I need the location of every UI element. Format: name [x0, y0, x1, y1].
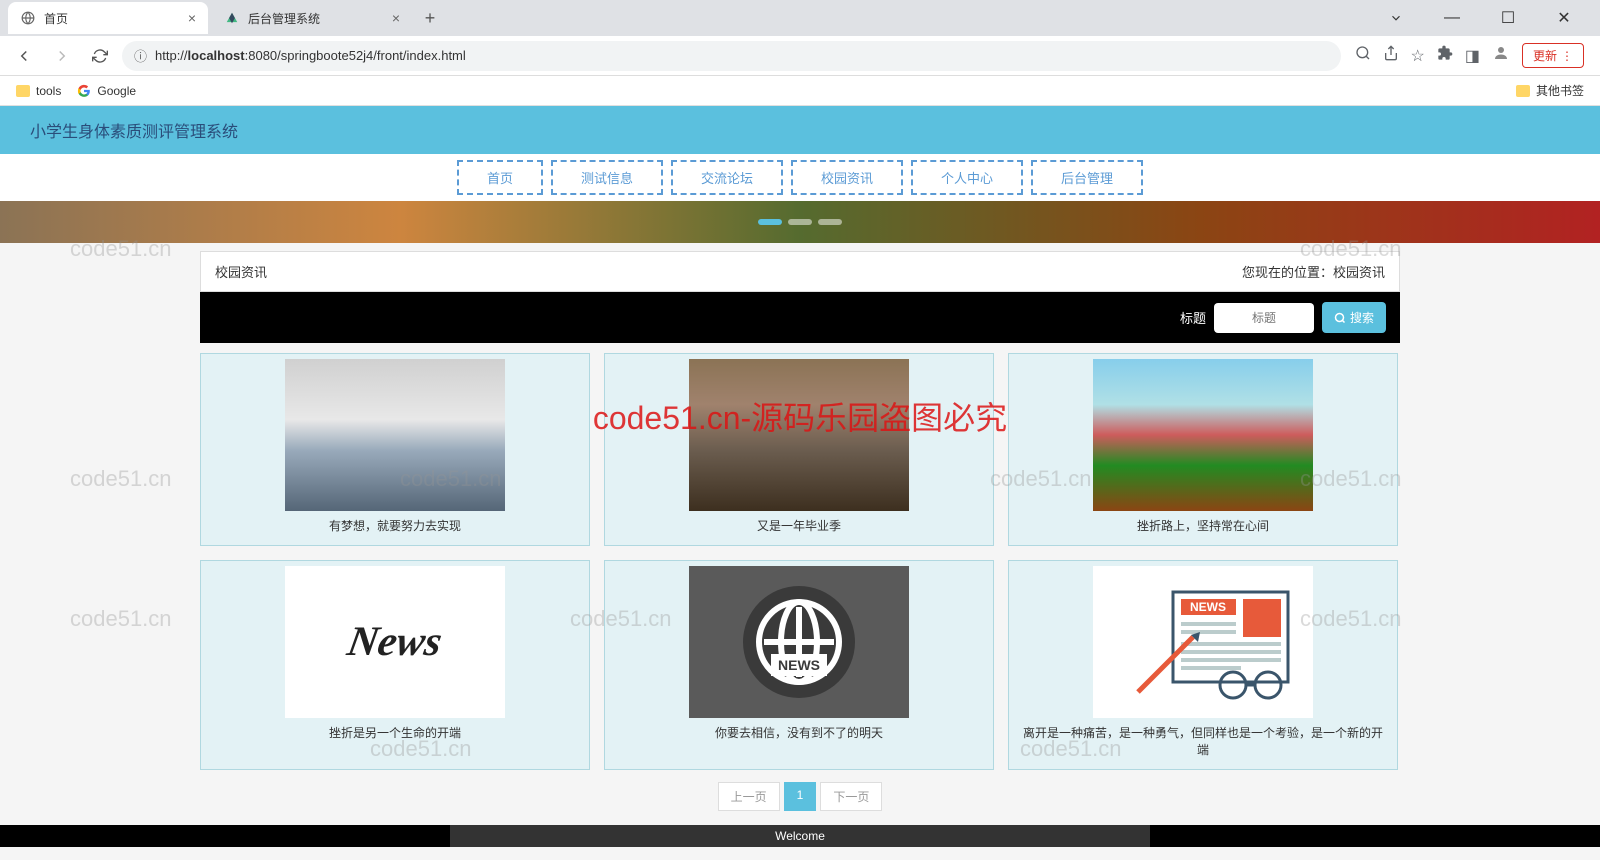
bookmark-bar: tools Google 其他书签: [0, 76, 1600, 106]
address-bar: ⓘ http://localhost:8080/springboote52j4/…: [0, 36, 1600, 76]
browser-tab-1[interactable]: 首页 ×: [8, 2, 208, 34]
main-nav: 首页 测试信息 交流论坛 校园资讯 个人中心 后台管理: [0, 154, 1600, 201]
search-label: 标题: [1180, 308, 1206, 327]
nav-admin[interactable]: 后台管理: [1031, 160, 1143, 195]
news-image: NEWS: [1093, 566, 1313, 718]
page-title: 校园资讯: [215, 262, 267, 281]
news-grid: 有梦想，就要努力去实现 又是一年毕业季 挫折路上，坚持常在心间 News 挫折是…: [200, 353, 1400, 770]
news-image: NEWS: [689, 566, 909, 718]
reload-button[interactable]: [84, 40, 116, 72]
google-icon: [77, 84, 91, 98]
banner-carousel[interactable]: [0, 201, 1600, 243]
bookmark-google[interactable]: Google: [77, 84, 136, 98]
chevron-down-icon[interactable]: [1376, 3, 1416, 33]
close-window-icon[interactable]: ✕: [1544, 3, 1584, 33]
search-button[interactable]: 搜索: [1322, 302, 1386, 333]
news-card[interactable]: News 挫折是另一个生命的开端: [200, 560, 590, 770]
news-title: 你要去相信，没有到不了的明天: [709, 718, 889, 747]
news-title: 有梦想，就要努力去实现: [323, 511, 467, 540]
breadcrumb: 校园资讯 您现在的位置：校园资讯: [200, 251, 1400, 292]
site-title: 小学生身体素质测评管理系统: [0, 106, 1600, 154]
folder-icon: [16, 85, 30, 97]
footer: Welcome: [0, 825, 1600, 847]
star-icon[interactable]: ☆: [1411, 46, 1425, 66]
carousel-dots: [758, 219, 842, 225]
news-card[interactable]: 又是一年毕业季: [604, 353, 994, 546]
news-image: News: [285, 566, 505, 718]
folder-icon: [1516, 85, 1530, 97]
tab-bar: 首页 × 后台管理系统 × + — ☐ ✕: [0, 0, 1600, 36]
news-image: [1093, 359, 1313, 511]
prev-page-button[interactable]: 上一页: [718, 782, 780, 811]
browser-chrome: 首页 × 后台管理系统 × + — ☐ ✕ ⓘ http://localhost…: [0, 0, 1600, 106]
footer-text: Welcome: [450, 825, 1150, 847]
search-input[interactable]: [1214, 303, 1314, 333]
news-card[interactable]: 有梦想，就要努力去实现: [200, 353, 590, 546]
side-panel-icon[interactable]: ◨: [1465, 46, 1480, 66]
window-controls: — ☐ ✕: [1376, 3, 1592, 33]
news-image: [285, 359, 505, 511]
carousel-dot-2[interactable]: [788, 219, 812, 225]
profile-icon[interactable]: [1492, 44, 1510, 67]
vue-icon: [224, 10, 240, 26]
nav-test-info[interactable]: 测试信息: [551, 160, 663, 195]
back-button[interactable]: [8, 40, 40, 72]
news-title: 又是一年毕业季: [751, 511, 847, 540]
breadcrumb-location: 您现在的位置：校园资讯: [1242, 262, 1385, 281]
url-text: http://localhost:8080/springboote52j4/fr…: [155, 48, 466, 63]
other-bookmarks[interactable]: 其他书签: [1516, 82, 1584, 99]
page-content: 小学生身体素质测评管理系统 首页 测试信息 交流论坛 校园资讯 个人中心 后台管…: [0, 106, 1600, 860]
close-icon[interactable]: ×: [392, 10, 400, 26]
svg-text:NEWS: NEWS: [1190, 600, 1226, 614]
news-title: 挫折路上，坚持常在心间: [1131, 511, 1275, 540]
close-icon[interactable]: ×: [188, 10, 196, 26]
news-title: 挫折是另一个生命的开端: [323, 718, 467, 747]
zoom-icon[interactable]: [1355, 45, 1371, 66]
nav-forum[interactable]: 交流论坛: [671, 160, 783, 195]
new-tab-button[interactable]: +: [416, 4, 444, 32]
share-icon[interactable]: [1383, 45, 1399, 66]
search-icon: [1334, 312, 1346, 324]
update-button[interactable]: 更新⋮: [1522, 43, 1584, 68]
news-card[interactable]: NEWS 离开是一种痛苦，是一种勇气，但同样也是一个考验，是一个新的开端: [1008, 560, 1398, 770]
news-card[interactable]: 挫折路上，坚持常在心间: [1008, 353, 1398, 546]
search-bar: 标题 搜索: [200, 292, 1400, 343]
browser-tab-2[interactable]: 后台管理系统 ×: [212, 2, 412, 34]
url-input[interactable]: ⓘ http://localhost:8080/springboote52j4/…: [122, 41, 1341, 71]
forward-button[interactable]: [46, 40, 78, 72]
tab-title: 首页: [44, 10, 68, 27]
next-page-button[interactable]: 下一页: [820, 782, 882, 811]
tab-title: 后台管理系统: [248, 10, 320, 27]
maximize-icon[interactable]: ☐: [1488, 3, 1528, 33]
bookmark-tools[interactable]: tools: [16, 84, 61, 98]
news-image: [689, 359, 909, 511]
info-icon[interactable]: ⓘ: [134, 46, 147, 65]
nav-news[interactable]: 校园资讯: [791, 160, 903, 195]
pagination: 上一页 1 下一页: [200, 782, 1400, 811]
minimize-icon[interactable]: —: [1432, 3, 1472, 33]
nav-home[interactable]: 首页: [457, 160, 543, 195]
page-number-1[interactable]: 1: [784, 782, 817, 811]
news-title: 离开是一种痛苦，是一种勇气，但同样也是一个考验，是一个新的开端: [1014, 718, 1392, 764]
svg-text:NEWS: NEWS: [778, 657, 820, 673]
carousel-dot-3[interactable]: [818, 219, 842, 225]
carousel-dot-1[interactable]: [758, 219, 782, 225]
globe-icon: [20, 10, 36, 26]
extensions-icon[interactable]: [1437, 45, 1453, 66]
news-card[interactable]: NEWS 你要去相信，没有到不了的明天: [604, 560, 994, 770]
nav-user-center[interactable]: 个人中心: [911, 160, 1023, 195]
